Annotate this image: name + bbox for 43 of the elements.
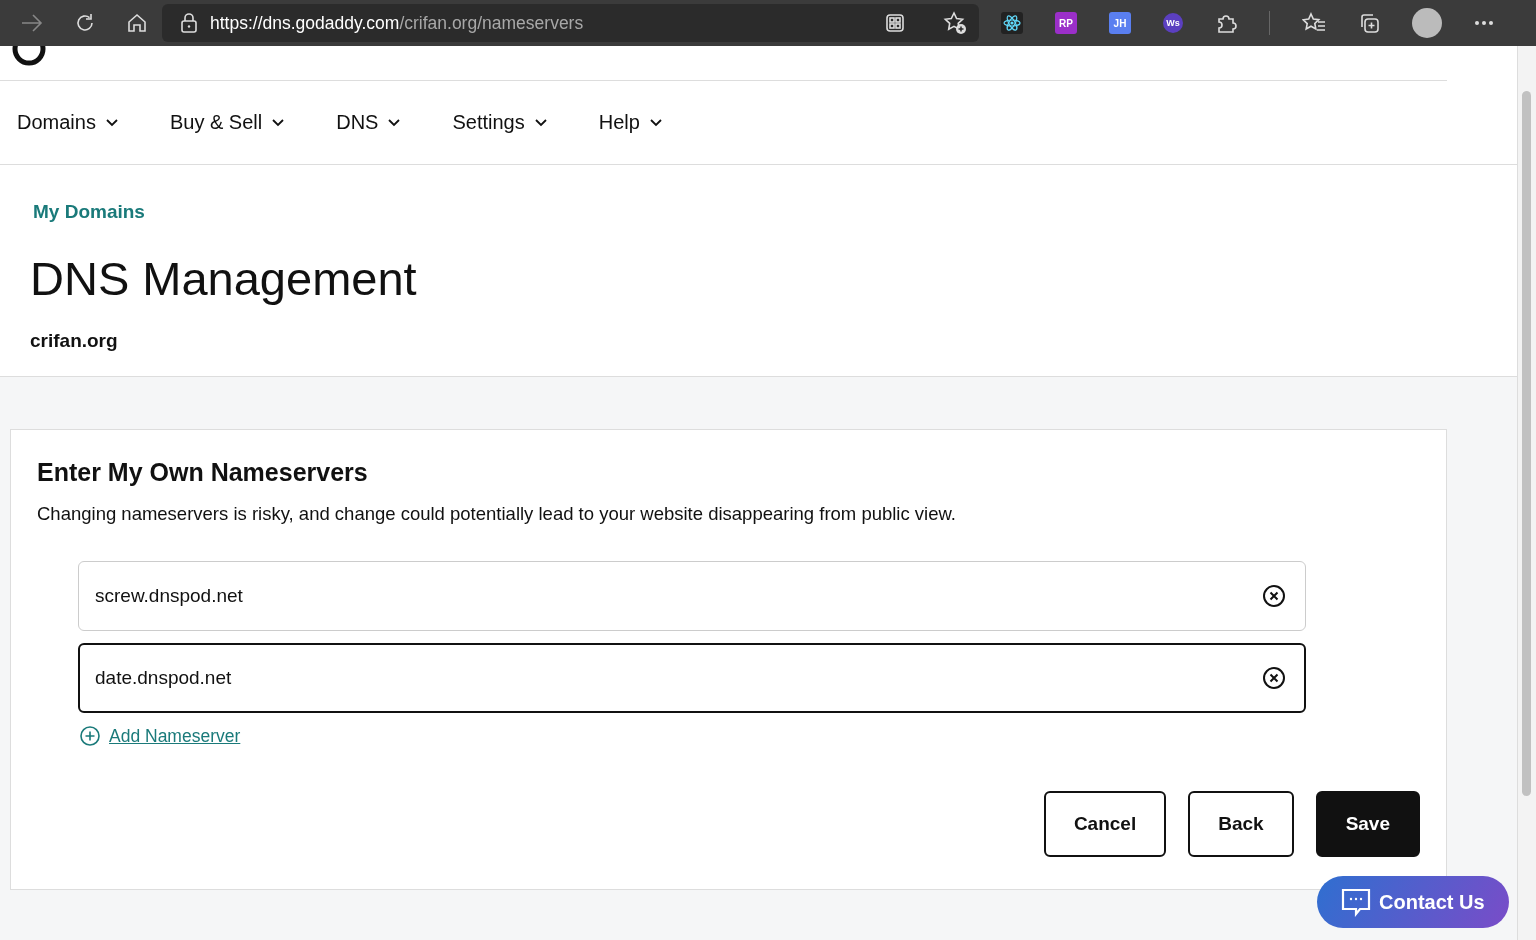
chevron-down-icon	[272, 118, 285, 127]
puzzle-icon[interactable]	[1215, 12, 1237, 34]
clear-icon[interactable]	[1262, 666, 1286, 690]
app-grid-icon[interactable]	[885, 13, 905, 33]
reload-icon[interactable]	[74, 12, 96, 34]
card-title: Enter My Own Nameservers	[37, 458, 369, 487]
domain-name: crifan.org	[30, 330, 119, 352]
nav-menu-item[interactable]: Settings	[452, 111, 547, 134]
padlock-icon	[180, 13, 198, 33]
nav-menu-item[interactable]: Help	[598, 111, 662, 134]
collections-icon[interactable]	[1358, 12, 1380, 34]
action-button[interactable]: Back	[1188, 791, 1294, 857]
extension-icon[interactable]: RP	[1055, 12, 1077, 34]
chevron-down-icon	[649, 118, 662, 127]
clear-icon[interactable]	[1262, 584, 1286, 608]
home-icon[interactable]	[126, 12, 148, 34]
nameserver-field[interactable]: date.dnspod.net	[78, 643, 1306, 713]
warning-text: Changing nameservers is risky, and change could potentially lead to your website disappearing from public view.	[37, 503, 957, 525]
action-button[interactable]: Cancel	[1043, 791, 1167, 857]
scrollbar-thumb[interactable]	[1522, 91, 1531, 796]
nav-menu-item[interactable]: DNS	[336, 111, 401, 134]
atom-icon[interactable]	[1001, 12, 1023, 34]
chevron-down-icon	[534, 118, 547, 127]
page-title: DNS Management	[30, 251, 418, 306]
add-nameserver-link[interactable]: Add Nameserver	[109, 725, 241, 747]
breadcrumb-link[interactable]: My Domains	[33, 201, 145, 222]
save-button[interactable]: Save	[1315, 791, 1420, 857]
favorites-icon[interactable]	[1302, 12, 1326, 34]
nav-menu-item[interactable]: Buy & Sell	[169, 111, 285, 134]
more-icon[interactable]	[1474, 20, 1494, 26]
contact-us-button[interactable]: Contact Us	[1317, 876, 1509, 928]
chat-icon	[1341, 887, 1371, 917]
chevron-down-icon	[388, 118, 401, 127]
add-favorite-icon[interactable]	[943, 11, 967, 35]
nav-menu-item[interactable]: Domains	[17, 111, 118, 134]
extension-icon[interactable]: Ws	[1163, 13, 1183, 33]
address-bar[interactable]: https://dns.godaddy.com/crifan.org/nameservers	[162, 4, 979, 42]
profile-avatar[interactable]	[1412, 8, 1442, 38]
forward-arrow-icon[interactable]	[20, 12, 44, 34]
nameserver-field[interactable]: screw.dnspod.net	[78, 561, 1306, 631]
extension-icon[interactable]: JH	[1109, 12, 1131, 34]
chevron-down-icon	[105, 118, 118, 127]
plus-circle-icon[interactable]	[79, 725, 101, 747]
